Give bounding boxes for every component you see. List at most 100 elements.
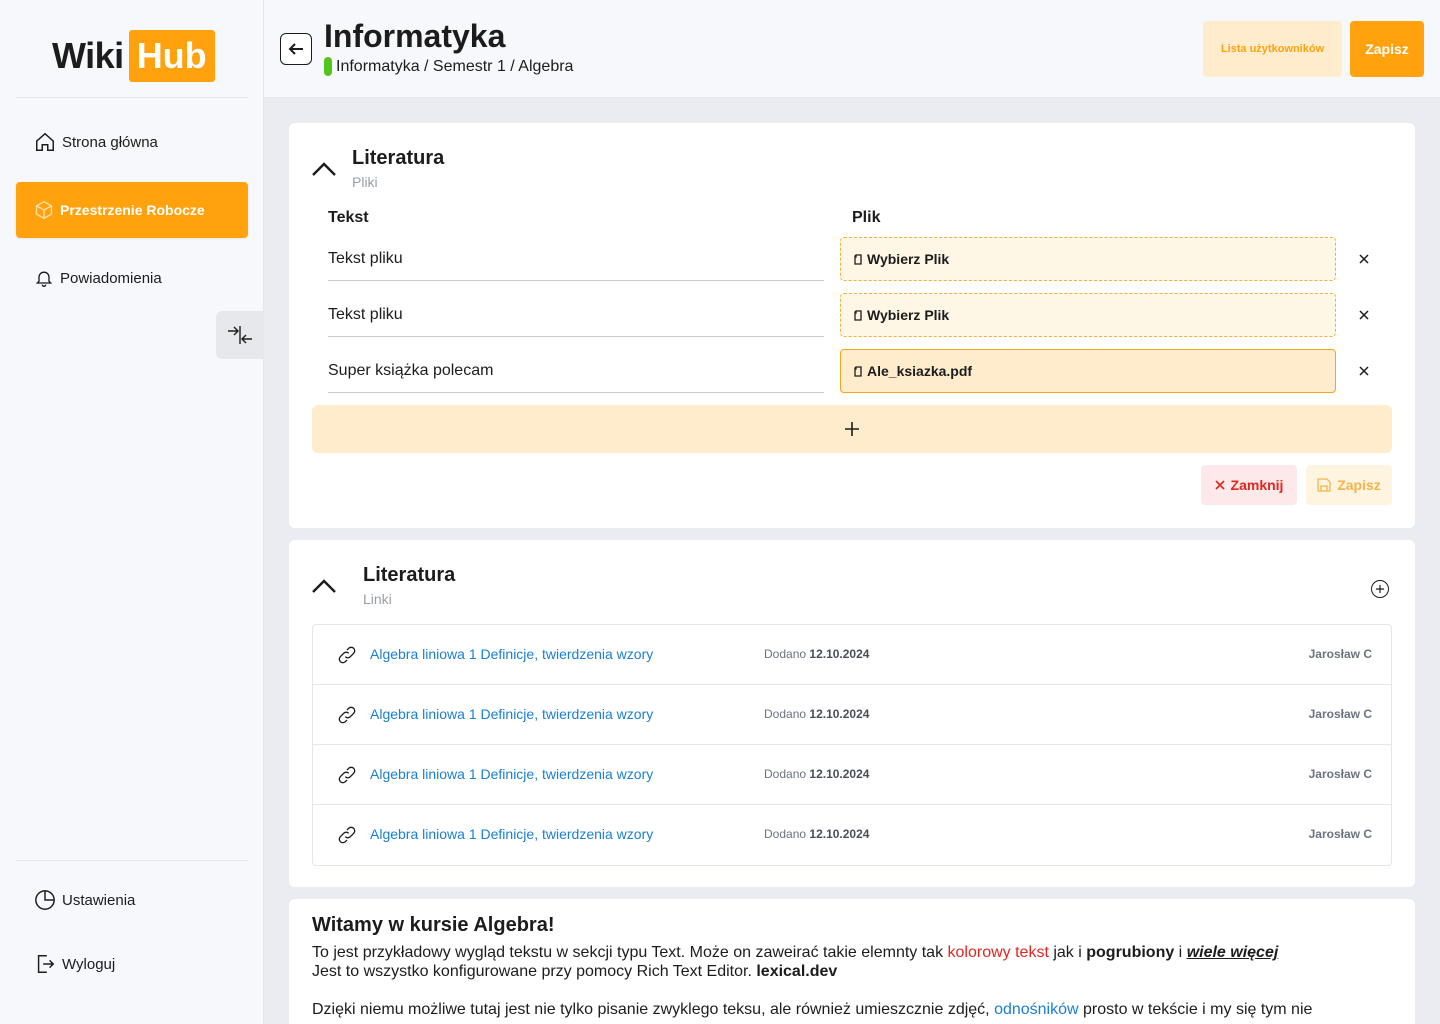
link-icon (338, 766, 356, 784)
back-button[interactable] (280, 33, 312, 65)
text-section: Witamy w kursie Algebra! To jest przykła… (289, 899, 1415, 1024)
files-section: Literatura Pliki Tekst Plik Tekst pliku … (289, 123, 1415, 528)
table-row[interactable]: Algebra liniowa 1 Definicje, twierdzenia… (313, 685, 1391, 745)
collapse-sidebar-button[interactable] (216, 311, 264, 359)
plus-icon (845, 422, 859, 436)
file-picker-label: Ale_ksiazka.pdf (867, 363, 973, 379)
file-picker-label: Wybierz Plik (867, 251, 950, 267)
cube-icon (35, 200, 53, 220)
remove-row-button[interactable] (1357, 252, 1371, 266)
close-button-label: Zamknij (1230, 477, 1284, 493)
sidebar-item-label: Wyloguj (62, 955, 116, 973)
file-text-input[interactable]: Tekst pliku (328, 237, 824, 281)
link-date: Dodano 12.10.2024 (764, 827, 870, 841)
file-picker[interactable]: Wybierz Plik (840, 237, 1336, 281)
link-date: Dodano 12.10.2024 (764, 647, 870, 661)
file-picker[interactable]: Ale_ksiazka.pdf (840, 349, 1336, 393)
plus-icon (1376, 585, 1384, 593)
link-author: Jarosław C (1308, 647, 1372, 661)
paragraph: Jest to wszystko konfigurowane przy pomo… (312, 963, 838, 980)
rich-text-body[interactable]: To jest przykładowy wygląd tekstu w sekc… (312, 943, 1392, 1019)
table-row[interactable]: Algebra liniowa 1 Definicje, twierdzenia… (313, 625, 1391, 685)
sidebar-item-logout[interactable]: Wyloguj (16, 936, 248, 992)
page-header: Informatyka Informatyka / Semestr 1 / Al… (264, 0, 1440, 98)
add-link-button[interactable] (1371, 580, 1389, 598)
link-title[interactable]: Algebra liniowa 1 Definicje, twierdzenia… (370, 826, 653, 842)
column-header-file: Plik (852, 209, 881, 226)
sidebar-item-notifications[interactable]: Powiadomienia (16, 250, 248, 306)
save-section-button[interactable]: Zapisz (1306, 465, 1392, 505)
links-section: Literatura Linki Algebra liniowa 1 Defin… (289, 540, 1415, 887)
close-icon (1359, 254, 1369, 264)
file-picker[interactable]: Wybierz Plik (840, 293, 1336, 337)
table-row[interactable]: Algebra liniowa 1 Definicje, twierdzenia… (313, 805, 1391, 865)
link-date: Dodano 12.10.2024 (764, 707, 870, 721)
text-section-heading: Witamy w kursie Algebra! (312, 914, 555, 936)
link-icon (338, 646, 356, 664)
column-header-text: Tekst (328, 209, 369, 226)
logo-hub: Hub (128, 30, 215, 82)
section-title: Literatura (363, 564, 456, 586)
colored-text: kolorowy tekst (947, 944, 1049, 961)
section-subtitle: Linki (363, 591, 392, 607)
chevron-up-icon[interactable] (311, 578, 337, 594)
save-section-label: Zapisz (1337, 477, 1381, 493)
file-icon (854, 309, 862, 321)
sidebar: Wiki Hub Strona główna Przestrzenie Robo… (0, 0, 264, 1024)
link-title[interactable]: Algebra liniowa 1 Definicje, twierdzenia… (370, 766, 653, 782)
breadcrumb-text: Informatyka / Semestr 1 / Algebra (336, 57, 574, 75)
link-title[interactable]: Algebra liniowa 1 Definicje, twierdzenia… (370, 706, 653, 722)
close-icon (1359, 310, 1369, 320)
sidebar-item-home[interactable]: Strona główna (16, 114, 248, 170)
add-row-button[interactable] (312, 405, 1392, 453)
bell-icon (35, 271, 53, 287)
file-icon (854, 253, 862, 265)
link-icon (338, 706, 356, 724)
sidebar-divider-top (16, 97, 248, 98)
link-author: Jarosław C (1308, 827, 1372, 841)
arrow-left-icon (288, 43, 303, 55)
sidebar-item-workspaces[interactable]: Przestrzenie Robocze (16, 182, 248, 238)
bold-text: pogrubiony (1086, 944, 1175, 961)
file-text-input[interactable]: Super książka polecam (328, 349, 824, 393)
breadcrumb[interactable]: Informatyka / Semestr 1 / Algebra (324, 57, 573, 76)
link-icon (338, 826, 356, 844)
link-title[interactable]: Algebra liniowa 1 Definicje, twierdzenia… (370, 646, 653, 662)
collapse-arrows-icon (228, 326, 252, 344)
paragraph: Dzięki niemu możliwe tutaj jest nie tylk… (312, 1001, 1313, 1018)
home-icon (36, 132, 54, 151)
logo-wiki: Wiki (52, 35, 124, 76)
bold-italic-underline-text: wiele więcej (1186, 944, 1279, 961)
section-title: Literatura (352, 147, 445, 169)
file-icon (854, 365, 862, 377)
status-indicator (324, 57, 332, 76)
link-author: Jarosław C (1308, 707, 1372, 721)
save-button[interactable]: Zapisz (1350, 21, 1424, 77)
file-text-input[interactable]: Tekst pliku (328, 293, 824, 337)
logout-icon (37, 955, 55, 973)
save-icon (1317, 478, 1331, 492)
link-author: Jarosław C (1308, 767, 1372, 781)
links-table: Algebra liniowa 1 Definicje, twierdzenia… (312, 624, 1392, 866)
sidebar-item-settings[interactable]: Ustawienia (16, 872, 248, 928)
pie-chart-icon (35, 890, 55, 910)
link-date: Dodano 12.10.2024 (764, 767, 870, 781)
page-title: Informatyka (324, 18, 506, 54)
sidebar-divider-bottom (16, 860, 248, 861)
logo[interactable]: Wiki Hub (52, 30, 215, 82)
remove-row-button[interactable] (1357, 364, 1371, 378)
paragraph: To jest przykładowy wygląd tekstu w sekc… (312, 944, 1279, 961)
section-subtitle: Pliki (352, 174, 378, 190)
user-list-button[interactable]: Lista użytkowników (1203, 21, 1342, 77)
file-picker-label: Wybierz Plik (867, 307, 950, 323)
table-row[interactable]: Algebra liniowa 1 Definicje, twierdzenia… (313, 745, 1391, 805)
close-button[interactable]: Zamknij (1201, 465, 1297, 505)
bold-text: lexical.dev (756, 963, 838, 980)
close-icon (1214, 480, 1225, 490)
inline-link[interactable]: odnośników (994, 1001, 1079, 1018)
sidebar-item-label: Ustawienia (62, 891, 136, 909)
sidebar-item-label: Powiadomienia (60, 269, 162, 287)
remove-row-button[interactable] (1357, 308, 1371, 322)
chevron-up-icon[interactable] (311, 161, 337, 177)
sidebar-item-label: Przestrzenie Robocze (60, 202, 205, 218)
